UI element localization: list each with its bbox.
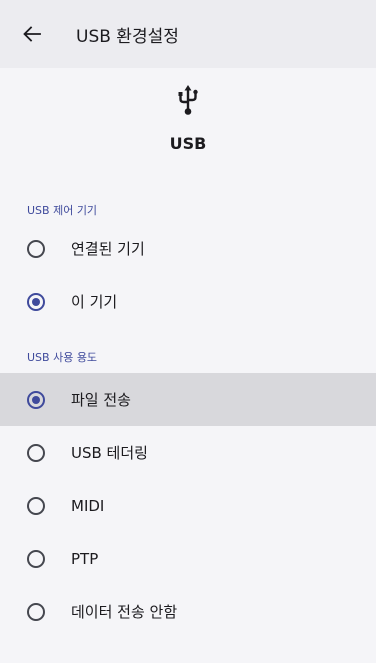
option-ptp[interactable]: PTP	[0, 532, 376, 585]
section-header-usb-control: USB 제어 기기	[27, 204, 98, 217]
option-no-data-transfer[interactable]: 데이터 전송 안함	[0, 585, 376, 638]
arrow-back-icon	[23, 26, 41, 42]
option-midi[interactable]: MIDI	[0, 479, 376, 532]
section-header-usb-usage: USB 사용 용도	[27, 351, 98, 364]
back-button[interactable]	[0, 0, 64, 68]
radio-button-checked[interactable]	[27, 390, 45, 409]
option-label: 파일 전송	[71, 391, 131, 409]
usb-label: USB	[169, 134, 207, 153]
usb-header: USB	[0, 68, 376, 188]
usb-icon	[178, 85, 198, 115]
radio-dot	[32, 297, 40, 306]
app-bar: USB 환경설정	[0, 0, 376, 68]
radio-button-checked[interactable]	[27, 292, 45, 311]
option-label: MIDI	[71, 496, 105, 515]
page-title: USB 환경설정	[76, 26, 179, 47]
option-file-transfer[interactable]: 파일 전송	[0, 373, 376, 426]
radio-button[interactable]	[27, 496, 45, 515]
option-label: 데이터 전송 안함	[71, 603, 178, 621]
option-usb-tethering[interactable]: USB 테더링	[0, 426, 376, 479]
option-label: 연결된 기기	[71, 240, 145, 258]
option-label: USB 테더링	[71, 444, 148, 462]
option-connected-device[interactable]: 연결된 기기	[0, 222, 376, 275]
radio-button[interactable]	[27, 602, 45, 621]
radio-dot	[32, 395, 40, 404]
option-this-device[interactable]: 이 기기	[0, 275, 376, 328]
radio-button[interactable]	[27, 443, 45, 462]
option-label: PTP	[71, 549, 99, 568]
radio-button[interactable]	[27, 549, 45, 568]
option-label: 이 기기	[71, 293, 118, 311]
radio-button[interactable]	[27, 239, 45, 258]
